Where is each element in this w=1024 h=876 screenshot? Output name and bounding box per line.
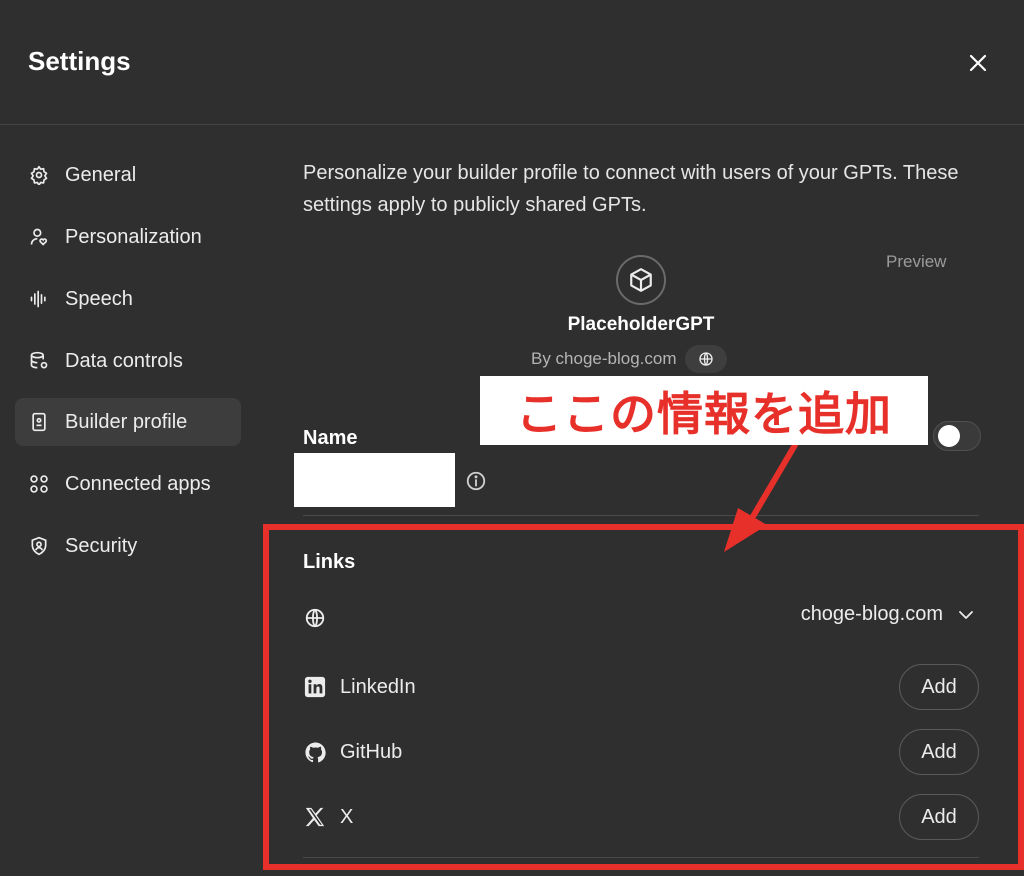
id-card-icon — [29, 412, 49, 432]
link-label-github: GitHub — [340, 740, 403, 763]
link-row-x: X Add — [303, 794, 979, 840]
sidebar-item-personalization[interactable]: Personalization — [15, 213, 241, 261]
by-line-globe-badge — [684, 345, 727, 373]
person-heart-icon — [29, 227, 49, 247]
database-gear-icon — [29, 351, 49, 371]
link-label-linkedin: LinkedIn — [340, 675, 416, 698]
link-row-github: GitHub Add — [303, 729, 979, 775]
preview-label: Preview — [886, 252, 947, 271]
github-icon — [303, 740, 327, 764]
settings-header: Settings — [0, 0, 1024, 125]
grid-dots-icon — [29, 474, 49, 494]
by-line-text: By choge-blog.com — [531, 349, 677, 368]
sidebar-item-label: General — [65, 163, 137, 186]
globe-icon — [698, 352, 713, 366]
annotation-label: ここの情報を追加 — [480, 376, 928, 445]
sidebar-item-general[interactable]: General — [15, 151, 241, 199]
sidebar-item-label: Speech — [65, 287, 133, 310]
website-domain-select[interactable]: choge-blog.com — [801, 603, 975, 626]
settings-sidebar: General Personalization Speech Data cont… — [0, 125, 260, 876]
info-icon[interactable] — [465, 470, 487, 492]
sidebar-item-data-controls[interactable]: Data controls — [15, 337, 241, 385]
settings-title: Settings — [28, 46, 131, 76]
sidebar-item-label: Security — [65, 534, 138, 557]
sidebar-item-label: Builder profile — [65, 410, 188, 433]
add-github-button[interactable]: Add — [899, 729, 979, 775]
divider — [303, 515, 979, 516]
profile-description: Personalize your builder profile to conn… — [303, 162, 959, 216]
name-visibility-toggle[interactable] — [933, 421, 981, 451]
gpt-avatar — [616, 255, 666, 305]
builder-profile-panel: Personalize your builder profile to conn… — [294, 125, 981, 876]
sidebar-item-builder-profile[interactable]: Builder profile — [15, 398, 241, 446]
close-button[interactable] — [962, 47, 994, 79]
gear-icon — [29, 165, 49, 185]
link-row-website: choge-blog.com — [303, 595, 979, 641]
sidebar-item-label: Data controls — [65, 349, 183, 372]
divider — [303, 857, 979, 858]
x-icon — [303, 805, 327, 829]
linkedin-icon — [303, 675, 327, 699]
sidebar-item-label: Personalization — [65, 225, 202, 248]
add-x-button[interactable]: Add — [899, 794, 979, 840]
name-label: Name — [303, 427, 358, 449]
sidebar-item-connected-apps[interactable]: Connected apps — [15, 460, 241, 508]
close-icon — [969, 54, 987, 72]
waveform-icon — [29, 289, 49, 309]
link-row-linkedin: LinkedIn Add — [303, 664, 979, 710]
website-domain-value: choge-blog.com — [800, 603, 943, 625]
add-linkedin-button[interactable]: Add — [899, 664, 979, 710]
name-redacted-box — [294, 453, 455, 507]
sidebar-item-security[interactable]: Security — [15, 522, 241, 570]
gpt-name: PlaceholderGPT — [567, 314, 715, 335]
cube-icon — [630, 268, 652, 292]
link-label-x: X — [340, 805, 354, 828]
sidebar-item-speech[interactable]: Speech — [15, 275, 241, 323]
chevron-down-icon — [959, 610, 973, 619]
globe-icon — [303, 606, 327, 630]
links-label: Links — [303, 551, 356, 573]
toggle-knob — [938, 425, 960, 447]
sidebar-item-label: Connected apps — [65, 472, 211, 495]
by-line: By choge-blog.com — [531, 345, 727, 373]
shield-person-icon — [29, 536, 49, 556]
